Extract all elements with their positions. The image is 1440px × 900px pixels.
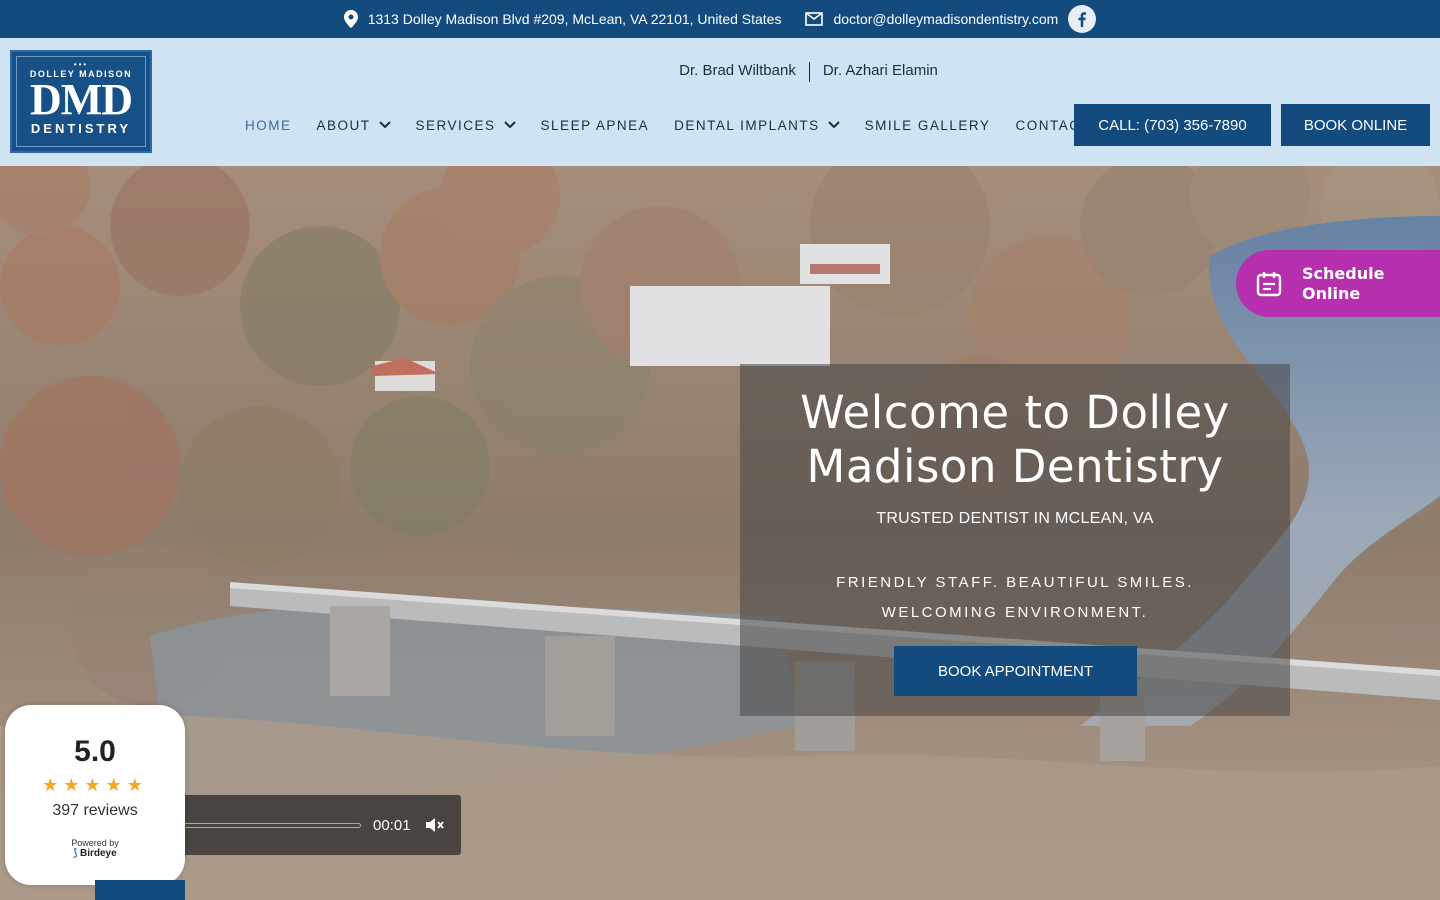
video-progress-track[interactable] <box>183 822 361 828</box>
hero-tagline-line-1: FRIENDLY STAFF. BEAUTIFUL SMILES. <box>836 574 1194 591</box>
hero-title: Welcome to Dolley Madison Dentistry <box>800 386 1230 493</box>
email-item[interactable]: doctor@dolleymadisondentistry.com <box>805 5 1097 33</box>
nav-smile-gallery[interactable]: SMILE GALLERY <box>865 118 991 133</box>
hero-tagline: FRIENDLY STAFF. BEAUTIFUL SMILES. WELCOM… <box>740 568 1290 628</box>
nav-services-label: SERVICES <box>415 117 496 133</box>
facebook-icon <box>1078 11 1087 27</box>
call-button[interactable]: CALL: (703) 356-7890 <box>1074 104 1271 146</box>
powered-by-text: Powered by <box>71 838 119 848</box>
map-pin-icon <box>343 10 358 28</box>
email-text: doctor@dolleymadisondentistry.com <box>833 11 1059 27</box>
calendar-icon <box>1256 271 1282 296</box>
bottom-floating-tab[interactable] <box>95 880 185 900</box>
doctors-list: Dr. Brad Wiltbank Dr. Azhari Elamin <box>0 62 1440 82</box>
book-appointment-button[interactable]: BOOK APPOINTMENT <box>894 646 1137 696</box>
chevron-down-icon <box>827 121 840 129</box>
nav-sleep-apnea[interactable]: SLEEP APNEA <box>541 118 650 133</box>
schedule-label: Schedule Online <box>1302 264 1384 304</box>
nav-home[interactable]: HOME <box>245 118 292 133</box>
welcome-box: Welcome to Dolley Madison Dentistry TRUS… <box>740 364 1290 716</box>
schedule-online-button[interactable]: Schedule Online <box>1236 250 1440 317</box>
facebook-link[interactable] <box>1068 5 1097 33</box>
envelope-icon <box>805 12 824 26</box>
hero-tagline-line-2: WELCOMING ENVIRONMENT. <box>881 604 1149 621</box>
doctor-link-wiltbank[interactable]: Dr. Brad Wiltbank <box>666 62 809 82</box>
reviews-widget[interactable]: 5.0 ★★★★★ 397 reviews Powered by ⟆ Birde… <box>5 705 185 885</box>
schedule-label-line-1: Schedule <box>1302 263 1385 283</box>
birdeye-icon: ⟆ <box>73 848 78 859</box>
hero-subtitle: TRUSTED DENTIST IN MCLEAN, VA <box>876 510 1154 527</box>
nav-smile-gallery-label: SMILE GALLERY <box>864 117 991 133</box>
mute-icon[interactable] <box>425 816 445 834</box>
top-bar: 1313 Dolley Madison Blvd #209, McLean, V… <box>0 0 1440 38</box>
birdeye-logo: ⟆ Birdeye <box>5 848 185 859</box>
nav-sleep-apnea-label: SLEEP APNEA <box>540 117 650 133</box>
address-item[interactable]: 1313 Dolley Madison Blvd #209, McLean, V… <box>343 10 782 28</box>
site-header: ••• DOLLEY MADISON DMD DENTISTRY Dr. Bra… <box>0 38 1440 166</box>
schedule-label-line-2: Online <box>1302 283 1361 303</box>
video-controls: 00:01 <box>175 795 461 855</box>
nav-home-label: HOME <box>245 117 292 133</box>
nav-dental-implants[interactable]: DENTAL IMPLANTS <box>674 118 840 133</box>
review-score: 5.0 <box>74 735 116 768</box>
video-time: 00:01 <box>373 816 411 834</box>
nav-services[interactable]: SERVICES <box>416 118 516 133</box>
star-rating-icon: ★★★★★ <box>42 775 148 795</box>
main-nav: HOME ABOUT SERVICES SLEEP APNEA DENTAL I… <box>245 104 1115 146</box>
nav-about-label: ABOUT <box>316 117 371 133</box>
nav-dental-implants-label: DENTAL IMPLANTS <box>674 117 820 133</box>
doctor-link-elamin[interactable]: Dr. Azhari Elamin <box>810 62 951 82</box>
review-count: 397 reviews <box>52 802 138 819</box>
chevron-down-icon <box>503 121 516 129</box>
birdeye-brand-text: Birdeye <box>80 848 117 859</box>
hero-section: Welcome to Dolley Madison Dentistry TRUS… <box>0 166 1440 900</box>
address-text: 1313 Dolley Madison Blvd #209, McLean, V… <box>367 11 782 27</box>
nav-about[interactable]: ABOUT <box>317 118 391 133</box>
chevron-down-icon <box>378 121 391 129</box>
book-online-button[interactable]: BOOK ONLINE <box>1281 104 1430 146</box>
